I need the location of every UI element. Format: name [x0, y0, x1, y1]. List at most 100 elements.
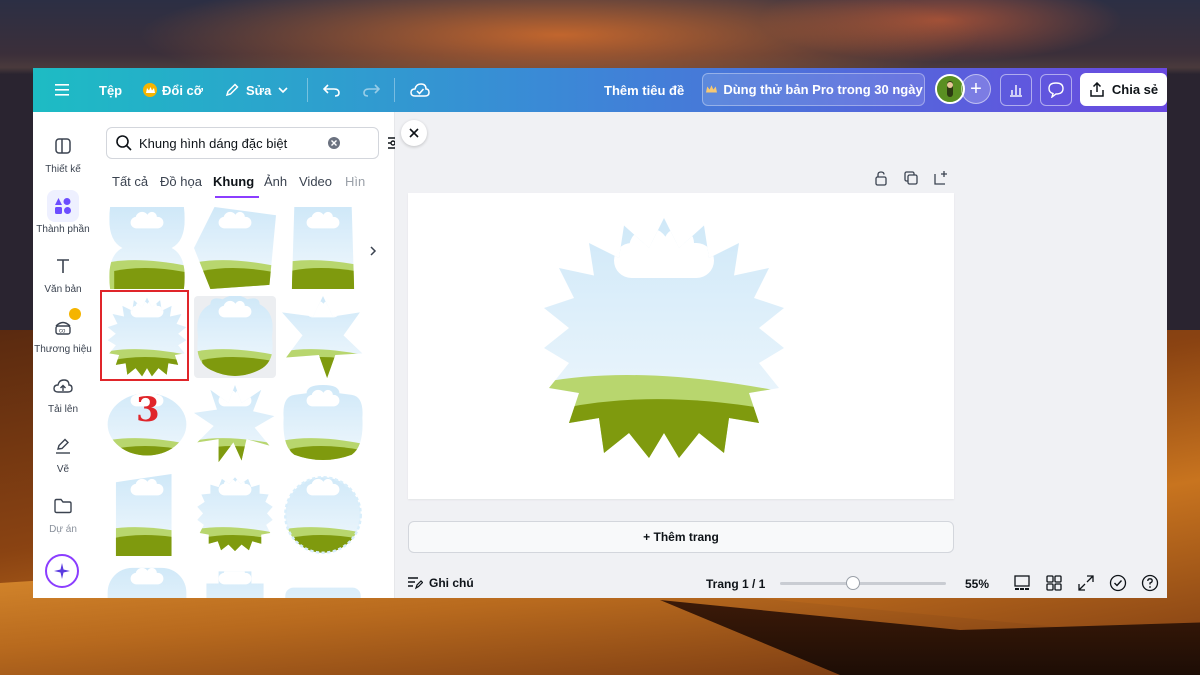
starburst-frame-element[interactable]: [539, 213, 789, 463]
add-page-button[interactable]: + Thêm trang: [408, 521, 954, 553]
close-icon: [409, 128, 419, 138]
fullscreen-icon[interactable]: [1077, 574, 1095, 592]
add-page-icon[interactable]: [933, 170, 949, 186]
notes-icon: [408, 577, 423, 590]
check-circle-icon[interactable]: [1109, 574, 1127, 592]
sidebar-item-uploads[interactable]: Tải lên: [33, 370, 93, 415]
page-view-icon[interactable]: [1013, 574, 1031, 592]
notes-button[interactable]: Ghi chú: [407, 576, 474, 590]
frame-thumbnail[interactable]: [194, 474, 276, 556]
frame-thumbnail[interactable]: [282, 296, 364, 378]
share-button[interactable]: Chia sẻ: [1080, 73, 1167, 106]
duplicate-icon[interactable]: [903, 170, 919, 186]
sidebar-item-projects[interactable]: Dự án: [33, 490, 93, 535]
share-upload-icon: [1090, 81, 1104, 97]
lock-icon[interactable]: [873, 170, 889, 186]
analytics-button[interactable]: [1000, 74, 1032, 106]
sidebar-item-draw[interactable]: Vẽ: [33, 430, 93, 475]
help-icon[interactable]: [1141, 574, 1159, 592]
layout-icon: [47, 130, 79, 162]
frame-thumbnail[interactable]: [194, 207, 276, 289]
file-menu[interactable]: Tệp: [99, 68, 122, 112]
tab-graphics[interactable]: Đồ họa: [160, 174, 202, 189]
zoom-slider-handle[interactable]: [846, 576, 860, 590]
brand-icon: co: [47, 308, 81, 342]
frame-thumbnail[interactable]: [282, 563, 364, 598]
resize-button[interactable]: Đổi cỡ: [143, 68, 203, 112]
edit-menu[interactable]: Sửa: [224, 68, 289, 112]
frame-thumbnail[interactable]: [194, 385, 276, 467]
tab-videos[interactable]: Video: [299, 174, 332, 189]
crown-badge-icon: [69, 308, 81, 320]
canva-editor-window: Tệp Đổi cỡ Sửa Thêm tiêu đề Dùng thử bản…: [33, 68, 1167, 598]
svg-text:co: co: [59, 329, 66, 335]
step-marker: 3: [136, 390, 160, 430]
view-controls: [1013, 574, 1159, 592]
redo-icon[interactable]: [362, 68, 380, 112]
elements-panel: Khung hình dáng đặc biệt Tất cả Đồ họa K…: [93, 112, 452, 598]
text-icon: [47, 250, 79, 282]
active-tab-indicator: [215, 196, 259, 198]
chevron-down-icon: [278, 87, 288, 94]
zoom-slider[interactable]: [780, 576, 946, 590]
design-page[interactable]: [408, 193, 954, 499]
tab-photos[interactable]: Ảnh: [264, 174, 287, 189]
frame-thumbnail[interactable]: [106, 563, 188, 598]
cloud-save-icon[interactable]: [410, 68, 430, 112]
share-label: Chia sẻ: [1111, 82, 1159, 97]
sidebar-item-text[interactable]: Văn bản: [33, 250, 93, 295]
folder-icon: [47, 490, 79, 522]
sidebar-item-design[interactable]: Thiết kế: [33, 130, 93, 175]
sidebar-label: Thương hiệu: [34, 344, 92, 355]
search-input[interactable]: Khung hình dáng đặc biệt: [106, 127, 379, 159]
upload-cloud-icon: [47, 370, 79, 402]
sparkle-icon: [54, 563, 70, 579]
crown-icon: [704, 83, 718, 97]
comment-button[interactable]: [1040, 74, 1072, 106]
sidebar-label: Dự án: [49, 524, 77, 535]
sidebar-label: Vẽ: [56, 464, 70, 475]
edit-label: Sửa: [246, 82, 272, 98]
pro-trial-button[interactable]: Dùng thử bản Pro trong 30 ngày: [702, 73, 925, 106]
add-collaborator-button[interactable]: +: [961, 74, 991, 104]
top-toolbar: Tệp Đổi cỡ Sửa Thêm tiêu đề Dùng thử bản…: [33, 68, 1167, 112]
zoom-level[interactable]: 55%: [965, 577, 989, 591]
grid-view-icon[interactable]: [1045, 574, 1063, 592]
pencil-icon: [225, 83, 239, 97]
tab-frames[interactable]: Khung: [213, 174, 254, 189]
design-title[interactable]: Thêm tiêu đề: [604, 68, 684, 112]
tab-more[interactable]: Hìn: [345, 174, 365, 189]
pro-trial-label: Dùng thử bản Pro trong 30 ngày: [723, 82, 923, 97]
magic-assistant-button[interactable]: [45, 554, 79, 588]
search-icon: [116, 135, 132, 151]
editor-footer: Ghi chú Trang 1 / 1 55%: [395, 568, 1167, 598]
panel-tabs: Tất cả Đồ họa Khung Ảnh Video Hìn: [106, 174, 381, 202]
page-tools: [873, 170, 949, 188]
frame-thumbnail[interactable]: [282, 207, 364, 289]
notes-label: Ghi chú: [429, 576, 474, 590]
sidebar-item-brand[interactable]: co Thương hiệu: [33, 308, 93, 355]
sidebar-label: Thiết kế: [45, 164, 81, 175]
shapes-icon: [47, 190, 79, 222]
frame-thumbnail[interactable]: [106, 474, 188, 556]
page-indicator[interactable]: Trang 1 / 1: [706, 577, 765, 591]
undo-icon[interactable]: [323, 68, 341, 112]
canvas-workspace: + Thêm trang Ghi chú Trang 1 / 1 55%: [395, 112, 1167, 598]
sidebar-label: Thành phần: [36, 224, 90, 235]
selected-frame-highlight: [100, 290, 189, 381]
toolbar-divider: [394, 78, 395, 102]
close-panel-button[interactable]: [401, 120, 427, 146]
frame-thumbnail[interactable]: [194, 296, 276, 378]
toolbar-divider: [307, 78, 308, 102]
frame-thumbnail[interactable]: [282, 385, 364, 467]
frame-thumbnail[interactable]: [282, 474, 364, 556]
speech-bubble-icon: [1048, 82, 1064, 98]
sidebar-item-elements[interactable]: Thành phần: [33, 190, 93, 235]
clear-icon: [328, 137, 340, 149]
frame-thumbnail[interactable]: [194, 563, 276, 598]
tab-all[interactable]: Tất cả: [112, 174, 148, 189]
resize-label: Đổi cỡ: [162, 82, 204, 98]
frame-thumbnail[interactable]: [106, 207, 188, 289]
menu-icon[interactable]: [55, 68, 71, 112]
left-sidebar: Thiết kế Thành phần Văn bản co Thương hi…: [33, 112, 93, 598]
